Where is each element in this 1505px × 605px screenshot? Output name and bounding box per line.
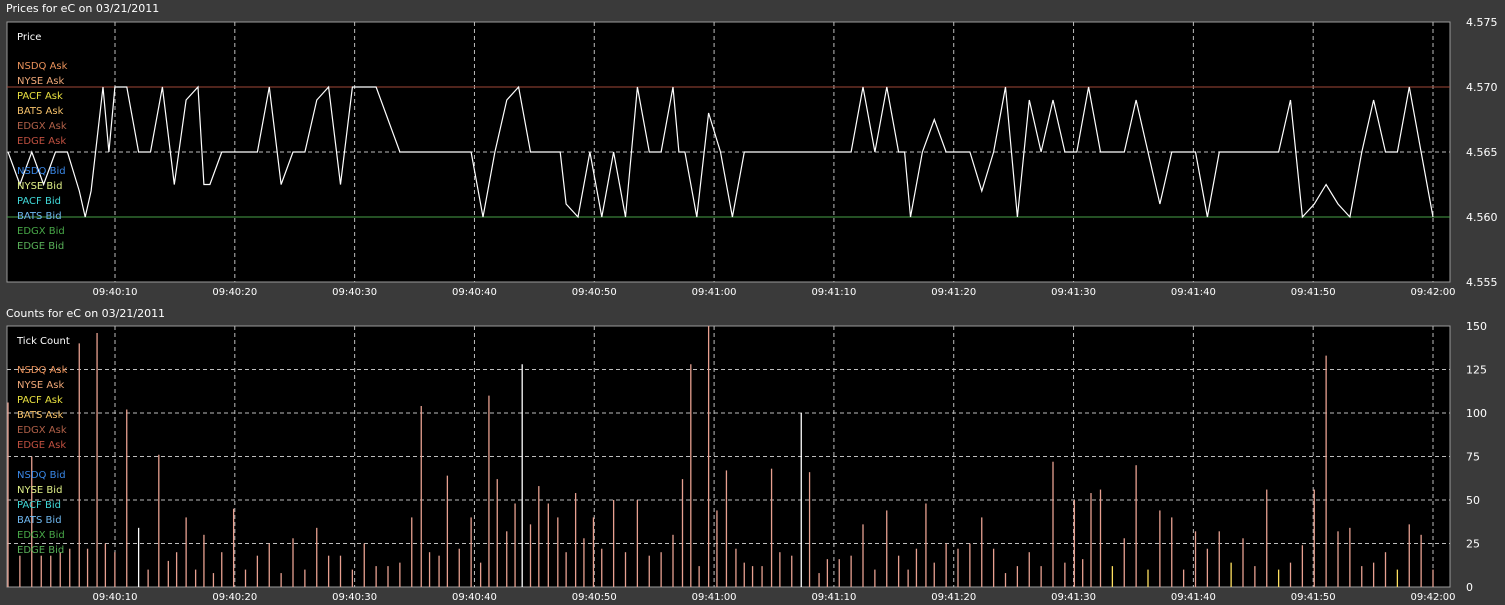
x-tick-label: 09:41:50 [1291,287,1336,298]
x-tick-label: 09:42:00 [1411,287,1456,298]
x-tick-label: 09:41:20 [931,592,976,603]
legend-item: NYSE Bid [17,485,62,496]
price-chart: 09:40:10 09:40:20 09:40:30 09:40:40 09:40:50… [6,16,1498,298]
legend-item: PACF Ask [17,91,63,102]
y-tick-label: 25 [1466,538,1480,551]
x-tick-label: 09:40:30 [332,287,377,298]
x-tick-label: 09:40:30 [332,592,377,603]
legend-item: EDGX Bid [17,530,65,541]
x-tick-label: 09:40:50 [572,287,617,298]
x-tick-label: 09:41:40 [1171,592,1216,603]
legend-item: NSDQ Bid [17,166,66,177]
legend-item: NYSE Ask [17,380,64,391]
legend-item: PACF Ask [17,395,63,406]
x-tick-label: 09:41:10 [811,287,856,298]
y-tick-label: 75 [1466,451,1480,464]
x-tick-label: 09:40:20 [212,287,257,298]
y-tick-label: 4.560 [1466,211,1498,224]
y-tick-label: 150 [1466,320,1487,333]
legend-item: NYSE Bid [17,181,62,192]
legend-item: EDGX Ask [17,121,67,132]
y-tick-label: 4.565 [1466,146,1498,159]
legend-item: BATS Bid [17,515,62,526]
y-tick-label: 4.575 [1466,16,1498,29]
charts-canvas: 09:40:10 09:40:20 09:40:30 09:40:40 09:40:50… [6,16,1498,603]
x-tick-label: 09:41:40 [1171,287,1216,298]
legend-item: NSDQ Ask [17,365,68,376]
y-tick-label: 4.570 [1466,81,1498,94]
x-tick-label: 09:40:10 [93,592,138,603]
x-tick-label: 09:40:10 [93,287,138,298]
x-tick-label: 09:41:10 [811,592,856,603]
x-tick-label: 09:42:00 [1411,592,1456,603]
panel-label: Price [17,32,41,43]
legend-item: BATS Ask [17,106,64,117]
legend-item: BATS Ask [17,410,64,421]
x-tick-label: 09:41:30 [1051,287,1096,298]
x-tick-label: 09:41:00 [692,592,737,603]
y-tick-label: 100 [1466,407,1487,420]
y-tick-label: 125 [1466,364,1487,377]
legend-item: EDGE Bid [17,241,64,252]
x-tick-label: 09:41:20 [931,287,976,298]
panel-label: Tick Count [16,336,70,347]
legend-item: EDGE Ask [17,440,66,451]
legend-item: NSDQ Bid [17,470,66,481]
legend-item: EDGE Bid [17,545,64,556]
x-tick-label: 09:40:40 [452,592,497,603]
legend-item: NSDQ Ask [17,61,68,72]
x-tick-label: 09:41:50 [1291,592,1336,603]
x-tick-label: 09:41:00 [692,287,737,298]
y-tick-label: 4.555 [1466,276,1498,289]
legend-item: NYSE Ask [17,76,64,87]
legend-item: PACF Bid [17,196,61,207]
tick-count-chart: 09:40:10 09:40:20 09:40:30 09:40:40 09:40:50… [6,320,1487,603]
x-tick-label: 09:40:20 [212,592,257,603]
legend-item: EDGX Bid [17,226,65,237]
y-tick-label: 0 [1466,581,1473,594]
x-tick-label: 09:40:40 [452,287,497,298]
legend-item: EDGE Ask [17,136,66,147]
legend-item: BATS Bid [17,211,62,222]
y-tick-label: 50 [1466,494,1480,507]
x-tick-label: 09:41:30 [1051,592,1096,603]
legend-item: EDGX Ask [17,425,67,436]
legend-item: PACF Bid [17,500,61,511]
x-tick-label: 09:40:50 [572,592,617,603]
